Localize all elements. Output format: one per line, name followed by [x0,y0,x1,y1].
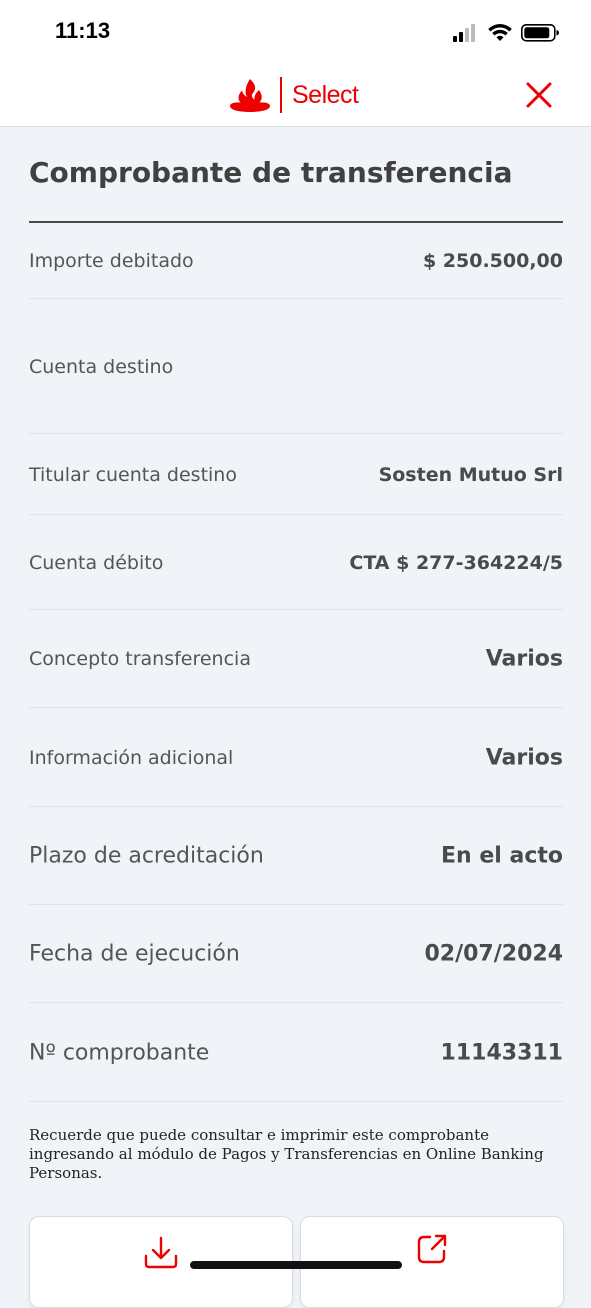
wifi-icon [488,24,512,41]
row-label: Cuenta débito [29,551,164,574]
detail-row-titular: Titular cuenta destino Sosten Mutuo Srl [29,434,563,515]
page-title: Comprobante de transferencia [29,156,513,189]
brand-name: Select [292,80,359,109]
battery-icon [521,24,559,42]
detail-row-importe: Importe debitado $ 250.500,00 [29,223,563,299]
row-divider [29,1101,563,1102]
row-value: $ 250.500,00 [422,250,563,272]
row-label: Importe debitado [29,250,194,272]
row-value: Varios [485,745,563,770]
row-label: Plazo de acreditación [29,843,264,869]
row-value: Varios [485,646,563,672]
close-icon [526,82,552,108]
close-button[interactable] [524,80,554,110]
header: Select [0,64,591,127]
row-value: 02/07/2024 [424,941,563,967]
home-indicator[interactable] [190,1261,402,1269]
row-label: Fecha de ejecución [29,941,240,967]
row-label: Nº comprobante [29,1040,210,1065]
row-label: Concepto transferencia [29,648,251,670]
row-label: Información adicional [29,746,234,769]
status-bar: 11:13 [0,0,591,64]
row-value: Sosten Mutuo Srl [378,463,563,486]
row-value: En el acto [441,843,563,869]
detail-row-fecha: Fecha de ejecución 02/07/2024 [29,905,563,1003]
brand-divider [280,77,282,113]
detail-row-concepto: Concepto transferencia Varios [29,610,563,708]
detail-row-comprobante: Nº comprobante 11143311 [29,1003,563,1102]
cellular-signal-icon [453,24,475,42]
santander-flame-icon [230,79,270,112]
status-time: 11:13 [55,18,111,43]
status-icons [453,22,561,44]
disclaimer-text: Recuerde que puede consultar e imprimir … [29,1126,544,1182]
detail-row-cuenta-destino: Cuenta destino [29,299,563,434]
row-label: Titular cuenta destino [29,463,237,486]
row-value: CTA $ 277-364224/5 [349,551,563,574]
row-label: Cuenta destino [29,355,174,378]
download-icon [144,1236,178,1269]
detail-row-cuenta-debito: Cuenta débito CTA $ 277-364224/5 [29,515,563,610]
detail-row-plazo: Plazo de acreditación En el acto [29,807,563,905]
detail-row-info-adicional: Información adicional Varios [29,708,563,807]
brand-logo: Select [230,76,359,114]
row-value: 11143311 [440,1040,563,1065]
share-icon [417,1234,447,1264]
